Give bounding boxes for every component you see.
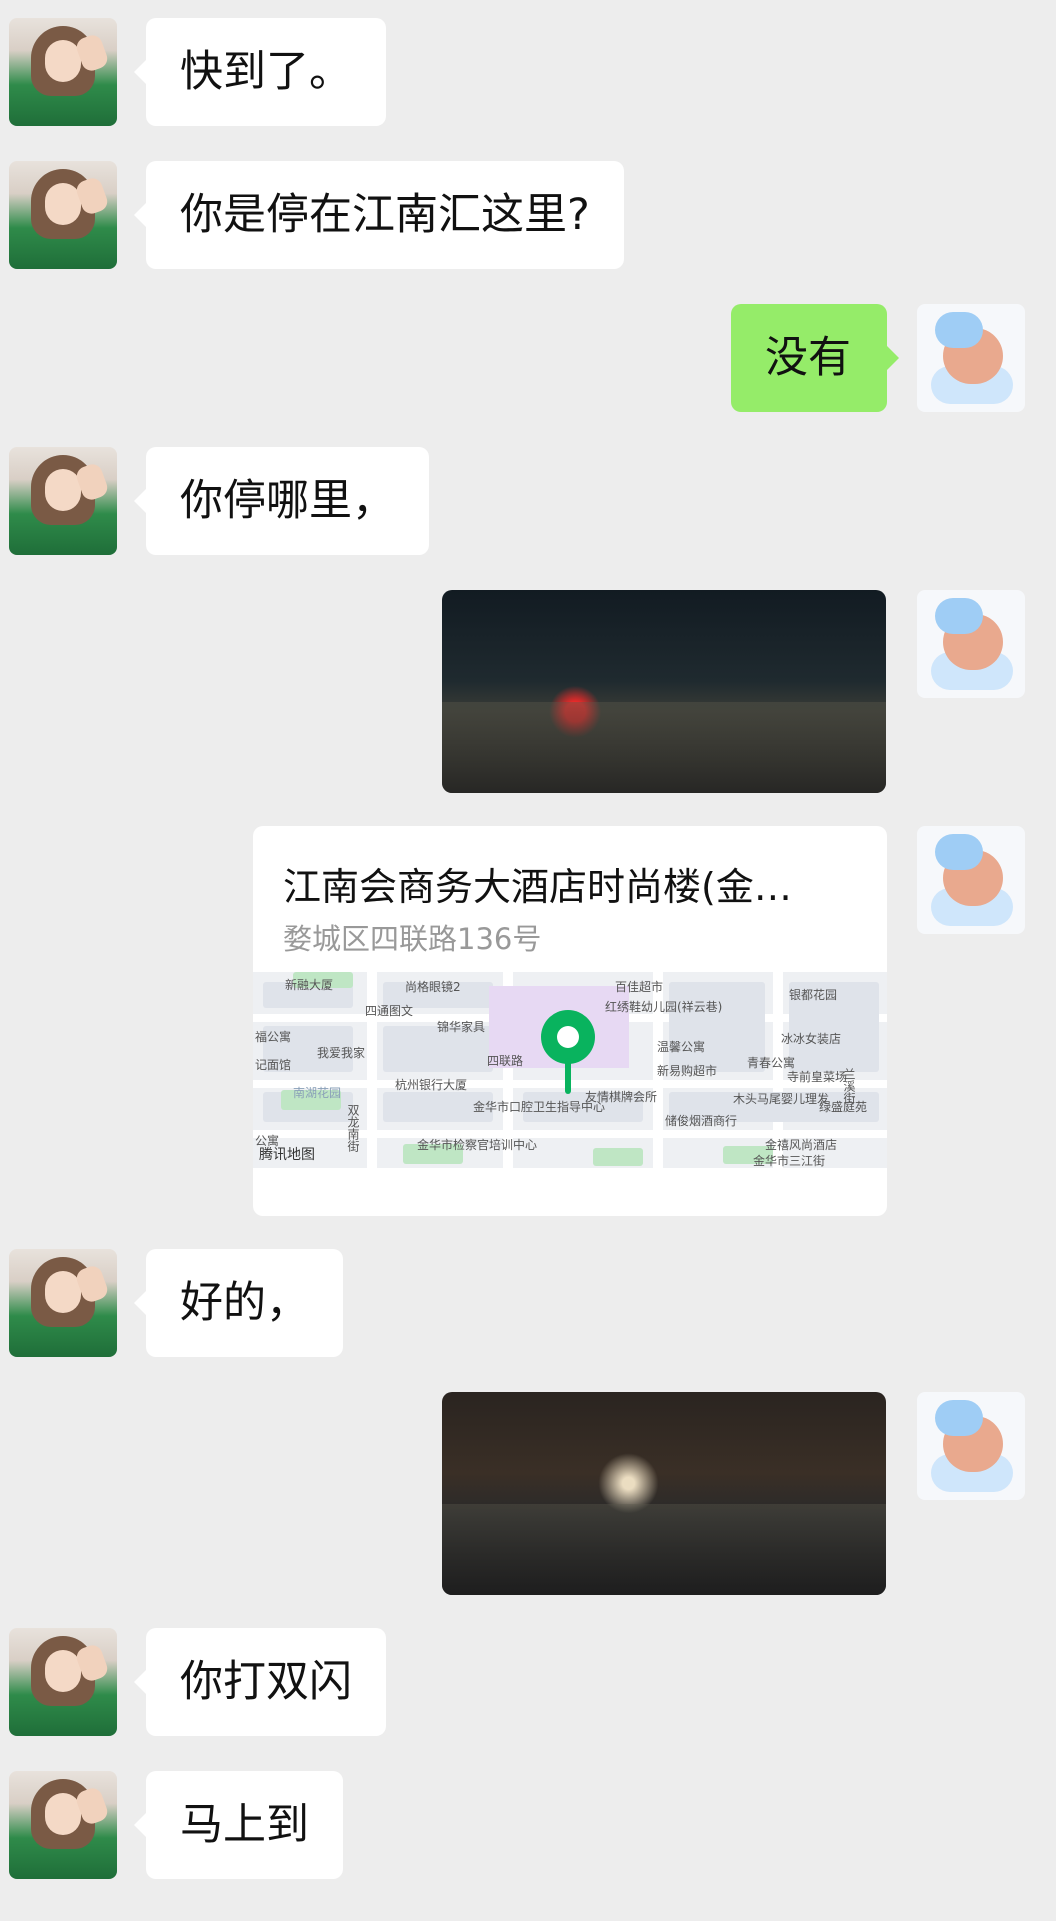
map-poi-label: 四通图文 xyxy=(365,1004,414,1018)
contact-avatar[interactable] xyxy=(9,1628,117,1736)
incoming-message-bubble[interactable]: 好的， xyxy=(134,1249,343,1357)
map-poi-label: 红绣鞋幼儿园(祥云巷) xyxy=(605,1000,723,1014)
contact-avatar[interactable] xyxy=(9,1249,117,1357)
map-street-label: 双龙南街 xyxy=(346,1104,360,1152)
location-address: 婺城区四联路136号 xyxy=(283,922,542,956)
map-poi-label: 金华市三江街 xyxy=(753,1154,826,1168)
map-poi-label: 新易购超市 xyxy=(657,1064,718,1078)
contact-avatar[interactable] xyxy=(9,18,117,126)
my-avatar[interactable] xyxy=(917,826,1025,934)
map-poi-label: 杭州银行大厦 xyxy=(395,1078,468,1092)
map-poi-label: 百佳超市 xyxy=(615,980,664,994)
map-poi-label: 木头马尾婴儿理发 xyxy=(733,1092,830,1106)
map-poi-label: 冰冰女装店 xyxy=(781,1032,842,1046)
map-preview[interactable]: 新融大厦 尚格眼镜2 四通图文 锦华家具 福公寓 我爱我家 记面馆 南湖花园 杭… xyxy=(253,972,887,1168)
my-avatar[interactable] xyxy=(917,1392,1025,1500)
map-poi-label: 金禧风尚酒店 xyxy=(765,1138,838,1152)
my-avatar[interactable] xyxy=(917,304,1025,412)
location-title: 江南会商务大酒店时尚楼(金… xyxy=(283,865,792,909)
map-poi-label: 南湖花园 xyxy=(293,1086,342,1100)
map-street-label: 兰溪街 xyxy=(842,1068,856,1104)
map-poi-label: 寺前皇菜场 xyxy=(787,1070,848,1084)
map-poi-label: 银都花园 xyxy=(789,988,838,1002)
night-road-photo[interactable] xyxy=(442,1392,886,1595)
map-provider-logo: 腾讯地图 xyxy=(259,1147,315,1163)
map-poi-label: 温馨公寓 xyxy=(657,1040,706,1054)
map-poi-label: 锦华家具 xyxy=(437,1020,486,1034)
map-poi-label: 新融大厦 xyxy=(285,978,334,992)
incoming-message-bubble[interactable]: 你打双闪 xyxy=(134,1628,386,1736)
night-street-photo[interactable] xyxy=(442,590,886,793)
incoming-message-bubble[interactable]: 马上到 xyxy=(134,1771,343,1879)
incoming-message-bubble[interactable]: 快到了。 xyxy=(134,18,386,126)
map-poi-label: 我爱我家 xyxy=(317,1046,366,1060)
map-street-label: 四联路 xyxy=(487,1054,524,1068)
contact-avatar[interactable] xyxy=(9,161,117,269)
incoming-message-bubble[interactable]: 你是停在江南汇这里? xyxy=(134,161,624,269)
map-poi-label: 友情棋牌会所 xyxy=(585,1090,658,1104)
map-poi-label: 尚格眼镜2 xyxy=(405,980,461,994)
map-poi-label: 金华市检察官培训中心 xyxy=(417,1138,538,1152)
map-poi-label: 福公寓 xyxy=(255,1030,292,1044)
location-pin-icon xyxy=(541,1010,595,1064)
location-pin-stem xyxy=(565,1058,571,1094)
location-card[interactable]: 江南会商务大酒店时尚楼(金… 婺城区四联路136号 新融大厦 尚格眼镜2 四通图… xyxy=(253,826,887,1216)
incoming-message-bubble[interactable]: 你停哪里， xyxy=(134,447,429,555)
outgoing-message-bubble[interactable]: 没有 xyxy=(731,304,899,412)
contact-avatar[interactable] xyxy=(9,1771,117,1879)
map-poi-label: 储俊烟酒商行 xyxy=(665,1114,738,1128)
my-avatar[interactable] xyxy=(917,590,1025,698)
contact-avatar[interactable] xyxy=(9,447,117,555)
map-poi-label: 记面馆 xyxy=(255,1058,292,1072)
